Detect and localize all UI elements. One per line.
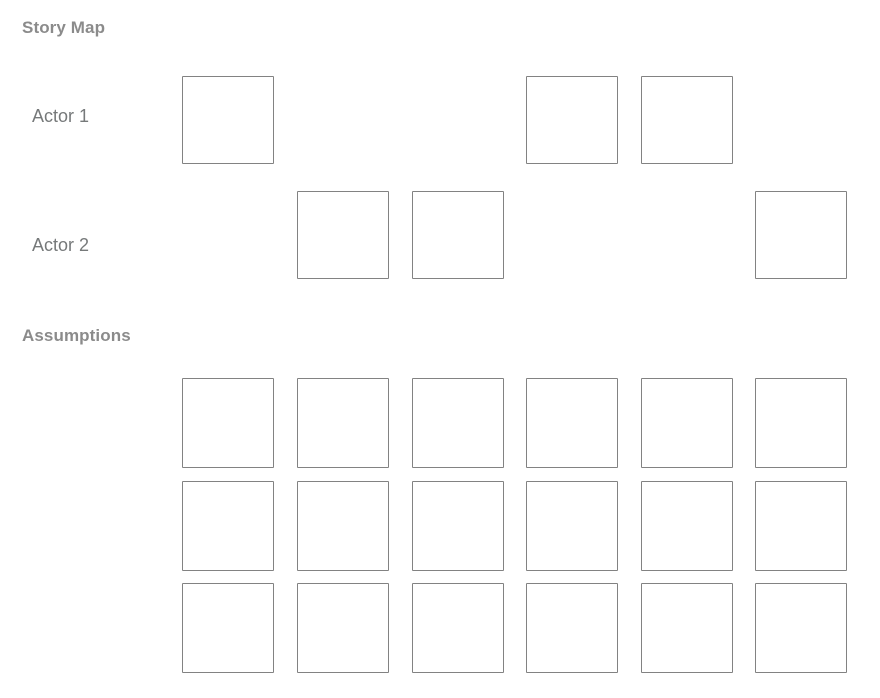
assumption-card[interactable] — [412, 378, 504, 468]
row-label-actor-1: Actor 1 — [32, 106, 90, 126]
story-card[interactable] — [526, 76, 618, 164]
story-card[interactable] — [297, 191, 389, 279]
story-map-board: Story Map Actor 1 Actor 2 Assumptions — [0, 0, 880, 698]
assumption-card[interactable] — [412, 481, 504, 571]
assumption-card[interactable] — [755, 583, 847, 673]
assumption-card[interactable] — [526, 481, 618, 571]
assumption-card[interactable] — [297, 481, 389, 571]
assumption-card[interactable] — [297, 583, 389, 673]
assumption-card[interactable] — [297, 378, 389, 468]
assumption-card[interactable] — [641, 378, 733, 468]
row-label-actor-2: Actor 2 — [32, 235, 90, 255]
assumption-card[interactable] — [412, 583, 504, 673]
assumption-card[interactable] — [182, 583, 274, 673]
story-card[interactable] — [182, 76, 274, 164]
story-card[interactable] — [641, 76, 733, 164]
assumption-card[interactable] — [182, 378, 274, 468]
assumptions-section-title: Assumptions — [22, 326, 131, 345]
assumption-card[interactable] — [526, 583, 618, 673]
assumption-card[interactable] — [755, 378, 847, 468]
assumption-card[interactable] — [755, 481, 847, 571]
assumption-card[interactable] — [182, 481, 274, 571]
story-map-section-title: Story Map — [22, 18, 106, 37]
assumption-card[interactable] — [526, 378, 618, 468]
assumption-card[interactable] — [641, 583, 733, 673]
story-card[interactable] — [755, 191, 847, 279]
story-card[interactable] — [412, 191, 504, 279]
assumption-card[interactable] — [641, 481, 733, 571]
